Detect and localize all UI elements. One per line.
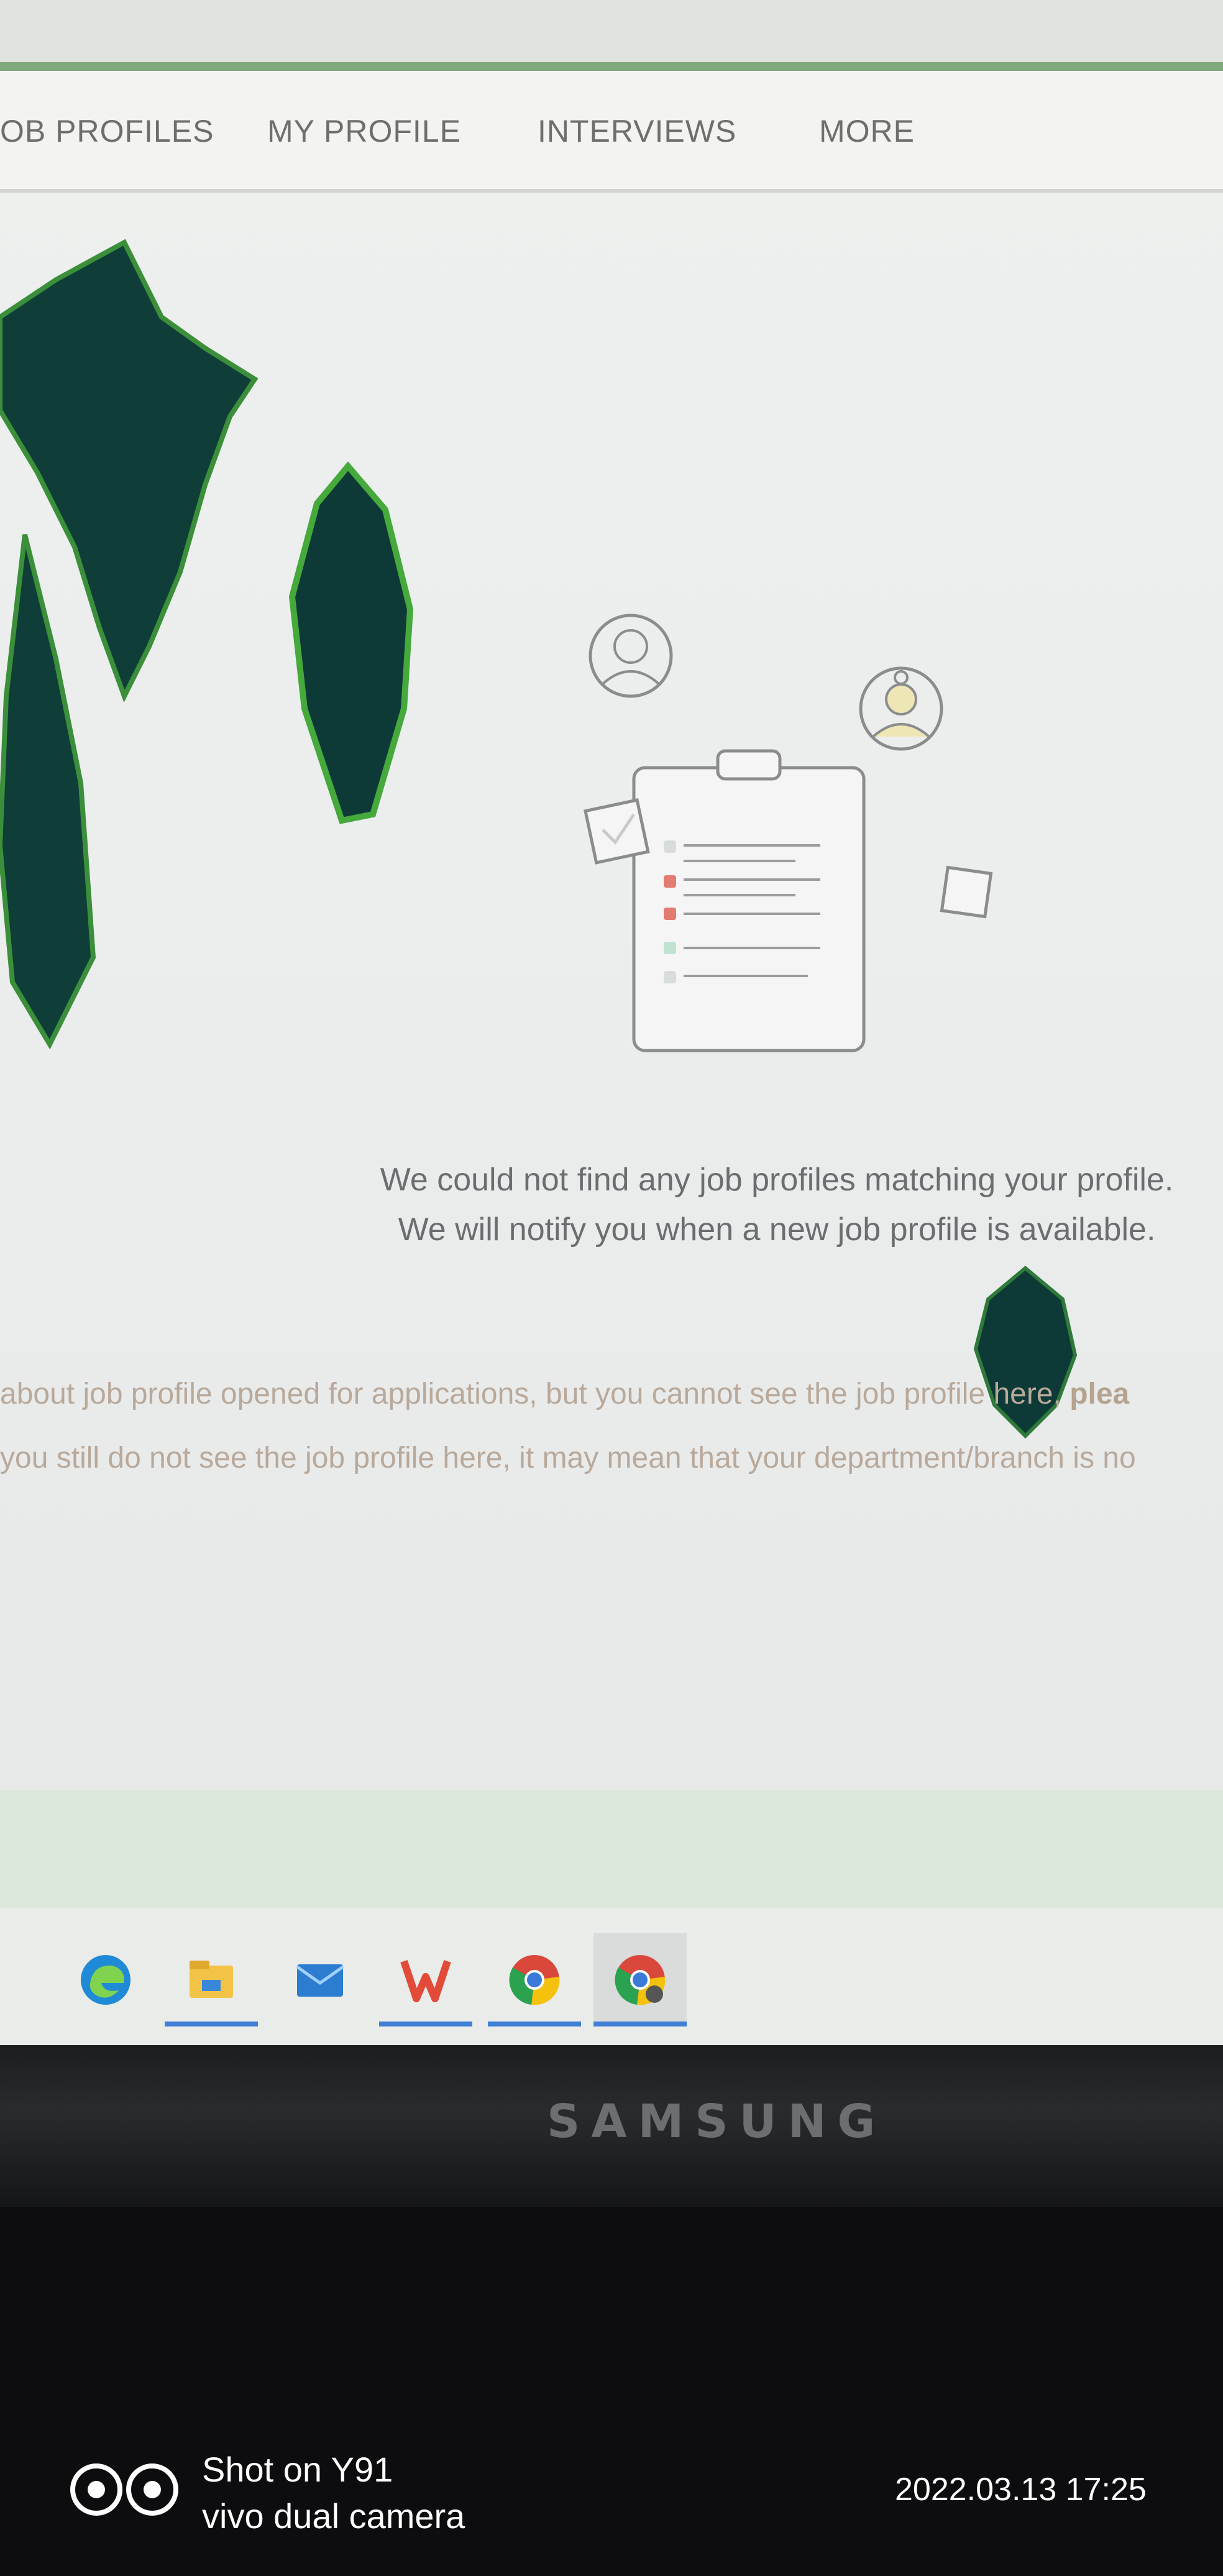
clipboard-icon xyxy=(632,749,866,1052)
desk-background xyxy=(0,2207,1223,2576)
chrome-profile-icon xyxy=(615,1955,666,2005)
taskbar-file-explorer[interactable] xyxy=(165,1933,258,2026)
top-navigation: OB PROFILES MY PROFILE INTERVIEWS MORE xyxy=(0,71,1223,193)
help-notice-line1: about job profile opened for application… xyxy=(0,1377,1223,1411)
taskbar-running-indicator xyxy=(593,2022,687,2026)
taskbar-running-indicator xyxy=(165,2022,258,2026)
browser-top-strip xyxy=(0,0,1223,62)
wps-office-icon xyxy=(400,1960,451,2002)
chrome-icon xyxy=(509,1955,560,2005)
header-accent-rule xyxy=(0,62,1223,71)
nav-job-profiles[interactable]: OB PROFILES xyxy=(0,113,214,149)
nav-my-profile[interactable]: MY PROFILE xyxy=(267,113,461,149)
taskbar-chrome[interactable] xyxy=(488,1933,581,2026)
taskbar-chrome-profile[interactable] xyxy=(593,1933,687,2026)
person-avatar-right-icon xyxy=(859,666,943,751)
help-notice-line1-link[interactable]: plea xyxy=(1070,1378,1129,1410)
checkmark-card-icon xyxy=(584,798,650,865)
screen-blotch-artifacts xyxy=(0,239,414,1050)
camera-aperture-icon xyxy=(70,2463,178,2516)
watermark-timestamp: 2022.03.13 17:25 xyxy=(895,2472,1147,2508)
taskbar-running-indicator xyxy=(379,2022,472,2026)
watermark-camera: vivo dual camera xyxy=(202,2496,465,2536)
mail-icon xyxy=(296,1964,344,1997)
taskbar-mail[interactable] xyxy=(273,1933,367,2026)
watermark-device: Shot on Y91 xyxy=(202,2450,393,2489)
taskbar-wps-office[interactable] xyxy=(379,1933,472,2026)
empty-state-illustration xyxy=(584,614,993,1052)
taskbar-edge[interactable] xyxy=(59,1933,152,2026)
taskbar-running-indicator xyxy=(488,2022,581,2026)
empty-state-message-line1: We could not find any job profiles match… xyxy=(380,1162,1174,1198)
screen-blotch-artifact-right xyxy=(973,1266,1078,1439)
empty-state-message-line2: We will notify you when a new job profil… xyxy=(398,1212,1156,1248)
monitor-screen: OB PROFILES MY PROFILE INTERVIEWS MORE W… xyxy=(0,0,1223,2058)
file-explorer-icon xyxy=(190,1961,233,1998)
nav-more[interactable]: MORE xyxy=(819,113,915,149)
empty-card-icon xyxy=(940,865,993,919)
help-notice-line1-text: about job profile opened for application… xyxy=(0,1378,1070,1410)
edge-icon xyxy=(81,1955,131,2005)
person-avatar-left-icon xyxy=(589,614,673,698)
help-notice-line2: you still do not see the job profile her… xyxy=(0,1442,1136,1474)
monitor-brand-logo: SAMSUNG xyxy=(547,2095,887,2148)
nav-interviews[interactable]: INTERVIEWS xyxy=(538,113,736,149)
windows-taskbar xyxy=(0,1908,1223,2045)
